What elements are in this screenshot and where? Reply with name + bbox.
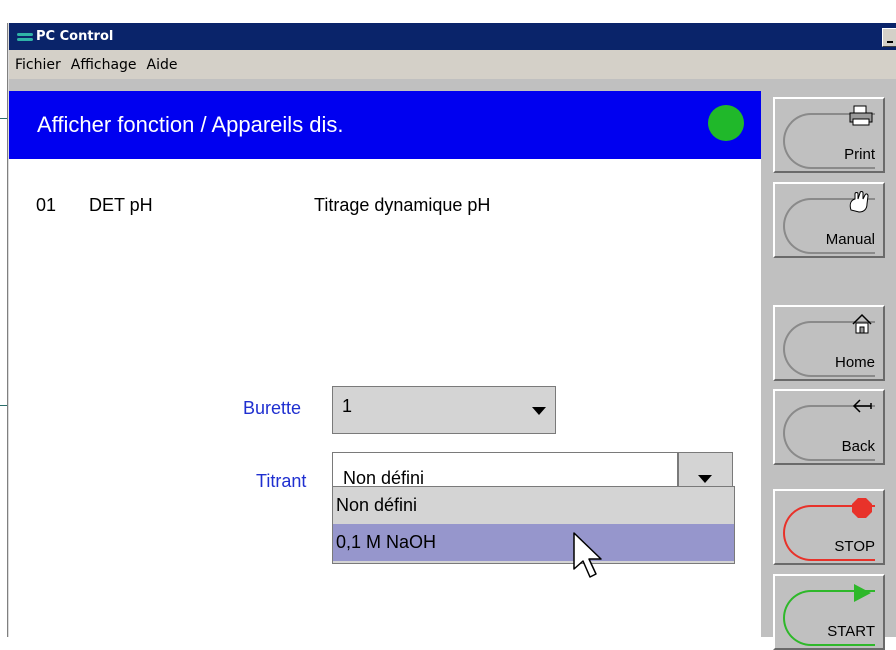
menu-aide[interactable]: Aide <box>143 55 184 75</box>
print-button[interactable]: Print <box>773 97 885 173</box>
house-icon <box>852 313 872 334</box>
method-name: DET pH <box>89 195 153 215</box>
menu-bar: Fichier Affichage Aide <box>9 50 896 79</box>
hand-icon <box>849 191 869 213</box>
start-label: START <box>827 623 875 640</box>
burette-label: Burette <box>243 398 302 418</box>
home-button[interactable]: Home <box>773 305 885 381</box>
method-description: Titrage dynamique pH <box>314 195 491 215</box>
title-bar: PC Control <box>9 23 896 50</box>
burette-value: 1 <box>342 396 353 416</box>
side-panel: Print Manual Home Back STOP START <box>761 91 896 650</box>
stop-label: STOP <box>834 538 875 555</box>
back-arrow-icon <box>852 399 872 413</box>
menu-fichier[interactable]: Fichier <box>11 55 67 75</box>
stop-dot-icon <box>852 498 872 518</box>
printer-icon <box>849 105 873 126</box>
manual-button[interactable]: Manual <box>773 182 885 258</box>
print-label: Print <box>844 146 875 163</box>
titrant-label: Titrant <box>256 471 307 491</box>
dropdown-option-highlighted[interactable]: 0,1 M NaOH <box>333 524 734 561</box>
app-icon <box>17 29 33 44</box>
stop-button[interactable]: STOP <box>773 489 885 565</box>
window-title: PC Control <box>36 29 114 44</box>
home-label: Home <box>834 354 875 371</box>
back-label: Back <box>841 438 875 455</box>
back-button[interactable]: Back <box>773 389 885 465</box>
mouse-cursor-icon <box>573 532 602 578</box>
method-number: 01 <box>36 195 57 215</box>
dropdown-option[interactable]: Non défini <box>333 487 734 524</box>
page-title: Afficher fonction / Appareils dis. <box>37 112 344 137</box>
titrant-dropdown-list: Non défini 0,1 M NaOH <box>332 486 735 564</box>
option-label: 0,1 M NaOH <box>336 532 437 552</box>
manual-label: Manual <box>825 231 875 248</box>
chevron-down-icon <box>532 407 546 415</box>
start-button[interactable]: START <box>773 574 885 650</box>
minimize-button[interactable] <box>882 28 896 47</box>
burette-select[interactable]: 1 <box>332 386 556 434</box>
option-label: Non défini <box>336 495 418 515</box>
chevron-down-icon <box>698 475 712 483</box>
menu-affichage[interactable]: Affichage <box>67 55 143 75</box>
status-indicator <box>708 105 744 141</box>
header-bar: Afficher fonction / Appareils dis. <box>9 91 761 159</box>
play-triangle-icon <box>854 584 871 602</box>
